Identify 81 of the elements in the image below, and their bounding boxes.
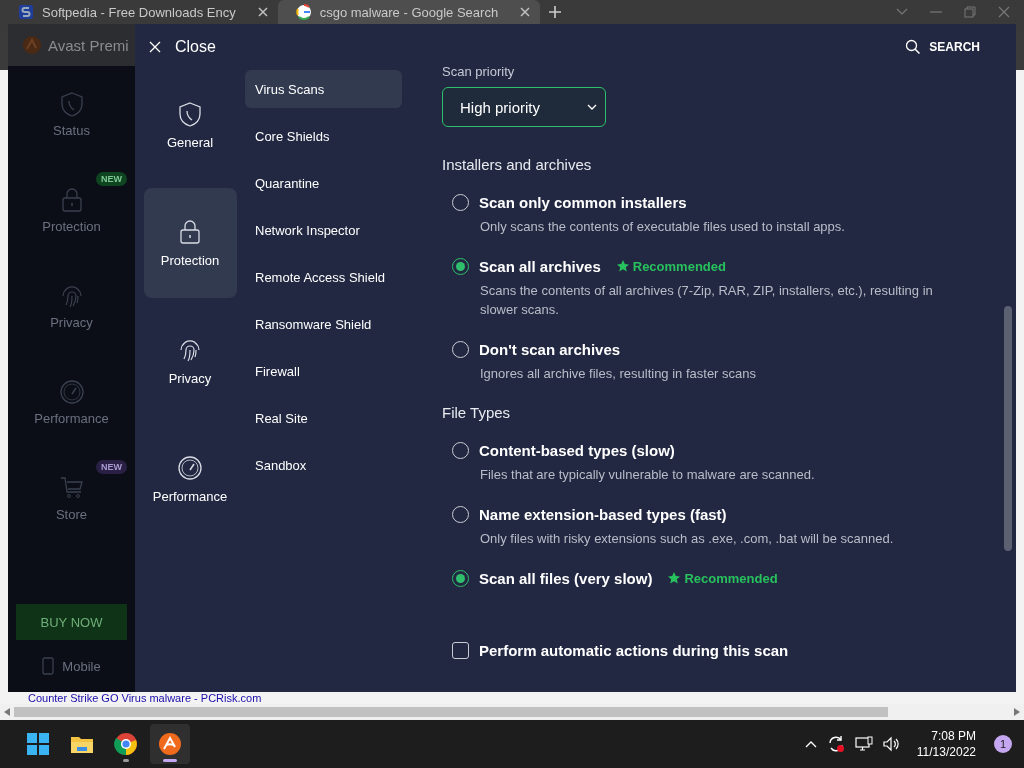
nav-item[interactable]: Protection bbox=[42, 218, 101, 234]
clock-date: 11/13/2022 bbox=[916, 744, 976, 760]
close-button[interactable]: Close bbox=[149, 38, 216, 56]
sync-icon[interactable] bbox=[826, 735, 845, 753]
section-menu-item[interactable]: Quarantine bbox=[245, 164, 402, 202]
section-menu-item[interactable]: Core Shields bbox=[245, 117, 402, 155]
option-label[interactable]: Name extension-based types (fast) bbox=[479, 505, 727, 523]
search-result-link[interactable]: Counter Strike GO Virus malware - PCRisk.com bbox=[0, 692, 262, 704]
option-label[interactable]: Content-based types (slow) bbox=[479, 441, 675, 459]
google-logo-icon bbox=[295, 4, 312, 20]
padlock-icon bbox=[177, 218, 203, 245]
scrollbar-thumb[interactable] bbox=[1004, 306, 1012, 551]
option-description: Scans the contents of all archives (7-Zip, RAR, ZIP, installers, etc.), resulting in slower scans. bbox=[480, 282, 934, 319]
recommended-label: Recommended bbox=[684, 570, 778, 586]
checkbox[interactable] bbox=[452, 641, 469, 659]
caret-icon bbox=[587, 104, 597, 110]
gauge-icon bbox=[177, 454, 203, 481]
browser-tab[interactable]: csgo malware - Google Search bbox=[277, 0, 541, 24]
chevron-up-icon[interactable] bbox=[804, 740, 817, 748]
option-label[interactable]: Perform automatic actions during this scan bbox=[479, 641, 789, 659]
section-menu-item[interactable]: Virus Scans bbox=[245, 70, 402, 108]
chevron-down-icon[interactable] bbox=[896, 8, 908, 16]
mobile-link[interactable]: Mobile bbox=[62, 658, 101, 674]
nav-item[interactable]: Privacy bbox=[50, 314, 93, 330]
clock-time: 7:08 PM bbox=[931, 728, 976, 744]
browser-icon bbox=[114, 732, 138, 756]
option-label[interactable]: Scan all archives bbox=[479, 257, 601, 275]
option-label[interactable]: Scan only common installers bbox=[479, 193, 687, 211]
tab-title: csgo malware - Google Search bbox=[319, 4, 499, 20]
app-title: Avast Premi bbox=[48, 36, 129, 54]
section-menu-item[interactable]: Network Inspector bbox=[245, 211, 402, 249]
buy-now-button[interactable]: BUY NOW bbox=[16, 604, 127, 640]
section-menu-item[interactable]: Remote Access Shield bbox=[245, 258, 402, 296]
option-description: Files that are typically vulnerable to malware are scanned. bbox=[480, 466, 816, 484]
close-icon[interactable] bbox=[257, 7, 268, 17]
taskbar-app[interactable] bbox=[150, 724, 190, 764]
new-badge: NEW bbox=[96, 460, 127, 474]
search-button[interactable]: SEARCH bbox=[899, 38, 986, 56]
option-description: Only scans the contents of executable files used to install apps. bbox=[480, 218, 846, 236]
option-label[interactable]: Don't scan archives bbox=[479, 340, 621, 358]
nav-item[interactable]: Store bbox=[55, 506, 88, 522]
app-logo-icon bbox=[22, 35, 42, 55]
category-tab[interactable]: Performance bbox=[143, 424, 237, 534]
priority-dropdown[interactable]: High priority bbox=[442, 87, 606, 127]
close-icon bbox=[149, 41, 161, 53]
new-tab-icon[interactable] bbox=[548, 5, 563, 19]
site-logo-icon bbox=[18, 4, 34, 20]
section-menu-item[interactable]: Firewall bbox=[245, 352, 402, 390]
network-icon[interactable] bbox=[854, 736, 873, 752]
category-tab[interactable]: General bbox=[143, 70, 237, 180]
browser-tab[interactable]: Softpedia - Free Downloads Ency bbox=[0, 0, 278, 24]
close-icon[interactable] bbox=[520, 7, 531, 17]
category-tab[interactable]: Privacy bbox=[143, 306, 237, 416]
category-tab[interactable]: Protection bbox=[143, 188, 237, 298]
notification-badge[interactable]: 1 bbox=[994, 735, 1012, 753]
section-menu-item[interactable]: Ransomware Shield bbox=[245, 305, 402, 343]
start-icon bbox=[26, 732, 50, 756]
tab-title: Softpedia - Free Downloads Ency bbox=[42, 4, 236, 20]
scroll-left-arrow-icon[interactable] bbox=[4, 708, 10, 716]
section-menu-item[interactable]: Real Site bbox=[245, 399, 402, 437]
clock[interactable]: 7:08 PM 11/13/2022 bbox=[916, 728, 976, 760]
option-label[interactable]: Scan all files (very slow) bbox=[479, 569, 653, 587]
star-icon bbox=[668, 572, 681, 584]
search-icon bbox=[905, 39, 922, 55]
field-label: Scan priority bbox=[442, 63, 516, 81]
nav-item[interactable]: Performance bbox=[34, 410, 109, 426]
new-badge: NEW bbox=[96, 172, 127, 186]
volume-icon[interactable] bbox=[882, 736, 901, 752]
close-icon[interactable] bbox=[998, 6, 1010, 18]
recommended-label: Recommended bbox=[632, 258, 726, 274]
shield-icon bbox=[177, 100, 203, 127]
option-description: Only files with risky extensions such as .exe, .com, .bat will be scanned. bbox=[480, 530, 895, 548]
star-icon bbox=[616, 260, 629, 272]
app-logo-icon bbox=[158, 732, 182, 756]
nav-item[interactable]: Status bbox=[53, 122, 90, 138]
section-heading: File Types bbox=[442, 403, 512, 423]
section-heading: Installers and archives bbox=[442, 155, 593, 175]
scroll-right-arrow-icon[interactable] bbox=[1014, 708, 1020, 716]
option-description: Ignores all archive files, resulting in faster scans bbox=[480, 365, 757, 383]
section-menu-item[interactable]: Sandbox bbox=[245, 446, 402, 484]
scrollbar-thumb[interactable] bbox=[14, 707, 888, 717]
